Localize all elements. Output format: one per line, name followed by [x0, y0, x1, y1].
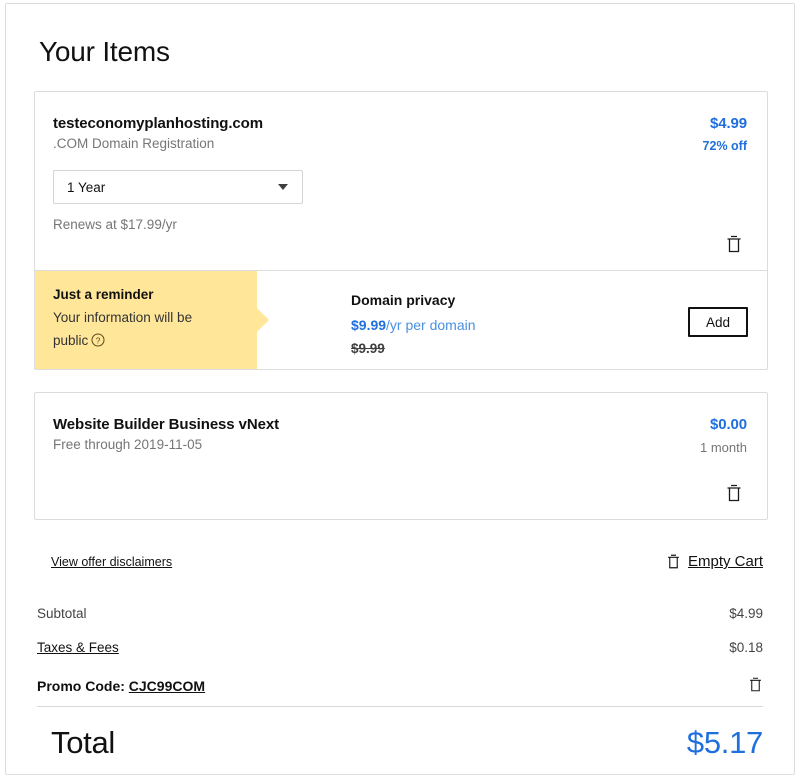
cart-inner: Your Items testeconomyplanhosting.com .C…	[34, 4, 768, 761]
term-select-value: 1 Year	[67, 179, 106, 195]
subtotal-row: Subtotal $4.99	[37, 604, 763, 624]
promo-code-row: Promo Code: CJC99COM	[37, 676, 763, 707]
domain-privacy-row: Just a reminder Your information will be…	[35, 270, 767, 369]
reminder-text-value: Your information will be public	[53, 310, 193, 348]
reminder-title: Just a reminder	[53, 287, 154, 302]
trash-icon	[750, 677, 761, 692]
item-pricing: $0.00 1 month	[627, 415, 747, 519]
item-details: Website Builder Business vNext Free thro…	[53, 415, 627, 519]
empty-cart-button[interactable]: Empty Cart	[666, 553, 763, 570]
renewal-note: Renews at $17.99/yr	[53, 217, 177, 232]
cart-item-website-builder: Website Builder Business vNext Free thro…	[35, 393, 767, 519]
cart-item-card-domain: testeconomyplanhosting.com .COM Domain R…	[34, 91, 768, 370]
reminder-text: Your information will be public?	[53, 306, 229, 354]
promo-code-value[interactable]: CJC99COM	[129, 678, 205, 694]
order-summary: Subtotal $4.99 Taxes & Fees $0.18 Promo …	[34, 604, 768, 707]
privacy-reminder-banner: Just a reminder Your information will be…	[35, 271, 269, 369]
total-value: $5.17	[686, 725, 763, 760]
item-price: $0.00	[709, 416, 747, 433]
add-privacy-button[interactable]: Add	[688, 307, 748, 337]
svg-text:?: ?	[96, 335, 101, 345]
taxes-and-fees-link[interactable]: Taxes & Fees	[37, 638, 119, 658]
cart-item-card-website-builder: Website Builder Business vNext Free thro…	[34, 392, 768, 520]
view-offer-disclaimers-link[interactable]: View offer disclaimers	[51, 555, 172, 569]
item-description: Free through 2019-11-05	[53, 437, 203, 452]
question-circle-icon[interactable]: ?	[91, 331, 105, 354]
subtotal-label: Subtotal	[37, 606, 87, 621]
item-discount-badge: 72% off	[702, 139, 747, 153]
term-select[interactable]: 1 Year	[53, 170, 303, 204]
item-description: .COM Domain Registration	[53, 136, 215, 151]
taxes-row: Taxes & Fees $0.18	[37, 638, 763, 658]
remove-item-button-website-builder[interactable]	[725, 483, 743, 503]
empty-cart-label: Empty Cart	[687, 553, 763, 570]
cart-container: Your Items testeconomyplanhosting.com .C…	[5, 3, 795, 775]
privacy-price-amount: $9.99	[351, 317, 387, 333]
page-title: Your Items	[39, 36, 170, 67]
privacy-price-suffix: /yr per domain	[386, 317, 476, 333]
total-label: Total	[51, 725, 115, 760]
privacy-offer-strike-price: $9.99	[351, 341, 385, 356]
cart-item-domain: testeconomyplanhosting.com .COM Domain R…	[35, 92, 767, 270]
cart-links-row: View offer disclaimers Empty Cart	[34, 553, 768, 570]
promo-code-label: Promo Code:	[37, 678, 125, 694]
item-term: 1 month	[700, 440, 747, 455]
promo-code-block: Promo Code: CJC99COM	[37, 678, 205, 694]
trash-icon	[727, 235, 741, 253]
item-details: testeconomyplanhosting.com .COM Domain R…	[53, 114, 627, 270]
total-row: Total $5.17	[34, 725, 768, 761]
item-name: testeconomyplanhosting.com	[53, 115, 263, 132]
item-price: $4.99	[709, 115, 747, 132]
remove-promo-button[interactable]	[748, 676, 763, 696]
item-name: Website Builder Business vNext	[53, 416, 279, 433]
trash-icon	[727, 484, 741, 502]
remove-item-button-domain[interactable]	[725, 234, 743, 254]
subtotal-value: $4.99	[729, 606, 763, 621]
chevron-down-icon	[278, 184, 288, 190]
taxes-value: $0.18	[729, 640, 763, 655]
trash-icon	[668, 554, 679, 569]
